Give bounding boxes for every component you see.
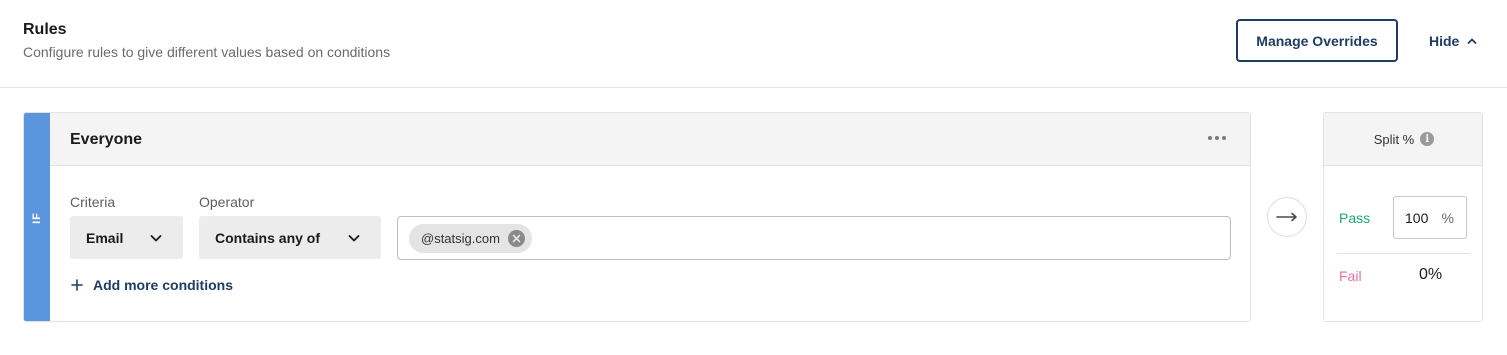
pass-label: Pass <box>1339 210 1371 226</box>
more-horizontal-icon[interactable] <box>1208 132 1228 144</box>
fail-label: Fail <box>1339 268 1362 284</box>
value-tag-label: @statsig.com <box>421 231 500 246</box>
page-subtitle: Configure rules to give different values… <box>23 44 391 60</box>
value-tag: @statsig.com <box>409 224 532 253</box>
manage-overrides-button[interactable]: Manage Overrides <box>1236 19 1398 62</box>
chevron-down-icon <box>150 234 162 241</box>
add-conditions-label: Add more conditions <box>93 277 233 293</box>
plus-icon <box>71 279 83 291</box>
hide-label: Hide <box>1429 33 1460 49</box>
pass-percent-input[interactable]: 100 % <box>1393 196 1467 239</box>
chevron-up-icon <box>1467 38 1477 44</box>
rules-header: Rules Configure rules to give different … <box>0 0 1507 88</box>
criteria-select[interactable]: Email <box>70 216 183 259</box>
criteria-label: Criteria <box>70 194 116 210</box>
info-icon[interactable]: i <box>1420 132 1435 146</box>
add-conditions-button[interactable]: Add more conditions <box>71 277 233 293</box>
fail-value: 0% <box>1419 266 1443 283</box>
split-header: Split % i <box>1324 113 1482 166</box>
pass-value: 100 <box>1405 209 1429 226</box>
rule-name: Everyone <box>70 131 143 148</box>
arrow-right-icon <box>1267 197 1307 237</box>
hide-button[interactable]: Hide <box>1429 31 1477 51</box>
split-divider <box>1337 253 1470 254</box>
page-title: Rules <box>23 21 67 38</box>
rule-header: Everyone <box>50 113 1250 166</box>
operator-select[interactable]: Contains any of <box>199 216 381 259</box>
close-circle-icon[interactable] <box>507 230 525 247</box>
split-card: Split % i Pass 100 % Fail 0% <box>1323 112 1483 322</box>
rule-card: IF Everyone Criteria Operator Email Cont… <box>23 112 1251 322</box>
split-title: Split % <box>1373 131 1415 147</box>
criteria-value: Email <box>86 229 124 246</box>
if-bar[interactable]: IF <box>24 113 50 321</box>
operator-label: Operator <box>199 194 255 210</box>
operator-value: Contains any of <box>215 229 321 246</box>
values-input[interactable]: @statsig.com <box>397 216 1231 260</box>
chevron-down-icon <box>348 234 360 241</box>
if-label: IF <box>31 212 43 224</box>
pass-unit: % <box>1441 209 1454 226</box>
